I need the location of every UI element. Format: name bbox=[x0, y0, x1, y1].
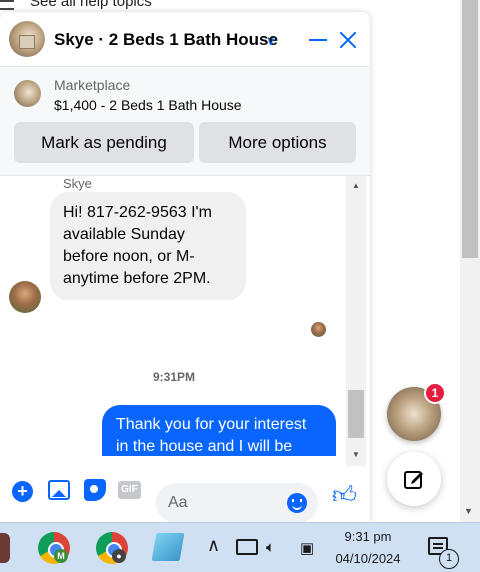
incoming-message[interactable]: Hi! 817-262-9563 I'm available Sunday be… bbox=[50, 192, 246, 300]
notepad-icon[interactable] bbox=[151, 533, 185, 561]
conversation-avatar[interactable] bbox=[9, 21, 45, 57]
chat-window: Skye · 2 Beds 1 Bath House ∨ Marketplace… bbox=[0, 12, 370, 522]
taskbar-app-partial[interactable] bbox=[0, 533, 10, 563]
network-icon[interactable] bbox=[236, 539, 258, 555]
marketplace-label: Marketplace bbox=[54, 77, 131, 93]
close-icon[interactable] bbox=[336, 28, 360, 52]
plus-icon[interactable]: + bbox=[12, 481, 33, 502]
chevron-down-icon[interactable]: ∨ bbox=[266, 33, 276, 49]
listing-thumbnail[interactable] bbox=[14, 80, 41, 107]
volume-icon[interactable]: 🔈︎ bbox=[266, 539, 275, 556]
minimize-icon[interactable] bbox=[309, 39, 327, 41]
marketplace-card: Marketplace $1,400 - 2 Beds 1 Bath House… bbox=[0, 68, 370, 176]
camera-icon[interactable]: ▣ bbox=[300, 539, 314, 557]
emoji-icon[interactable] bbox=[287, 493, 307, 513]
message-input[interactable]: Aa bbox=[156, 483, 318, 522]
compose-icon bbox=[404, 471, 423, 489]
message-input-placeholder: Aa bbox=[168, 494, 188, 511]
page-scrollbar[interactable]: ▲ ▼ bbox=[460, 0, 480, 522]
sticker-icon[interactable] bbox=[84, 479, 106, 501]
photo-icon[interactable] bbox=[48, 480, 70, 500]
outgoing-message[interactable]: Thank you for your interest in the house… bbox=[102, 405, 336, 456]
more-options-button[interactable]: More options bbox=[199, 122, 356, 163]
message-list: Skye Hi! 817-262-9563 I'm available Sund… bbox=[0, 176, 370, 456]
notification-count: 1 bbox=[439, 549, 459, 569]
help-topics-link[interactable]: See all help topics bbox=[30, 0, 152, 10]
scroll-down-icon[interactable]: ▼ bbox=[464, 506, 473, 516]
scroll-up-icon[interactable]: ▲ bbox=[352, 181, 360, 190]
messages-scrollbar[interactable]: ▲ ▼ bbox=[346, 176, 366, 466]
gif-icon[interactable]: GIF bbox=[118, 481, 141, 499]
message-timestamp: 9:31PM bbox=[152, 370, 196, 384]
chrome-profile-badge: M bbox=[54, 549, 68, 563]
thumbs-up-icon[interactable]: 👍︎ bbox=[332, 484, 357, 508]
windows-taskbar: M ● ∧ 🔈︎ ▣ 9:31 pm 04/10/2024 1 bbox=[0, 522, 480, 572]
chrome-profile-badge-person: ● bbox=[112, 549, 126, 563]
clock-date[interactable]: 04/10/2024 bbox=[328, 551, 408, 566]
clock-time[interactable]: 9:31 pm bbox=[334, 529, 402, 544]
mark-as-pending-button[interactable]: Mark as pending bbox=[14, 122, 194, 163]
chat-title[interactable]: Skye · 2 Beds 1 Bath House bbox=[54, 30, 278, 50]
unread-badge: 1 bbox=[424, 382, 446, 404]
sender-avatar[interactable] bbox=[9, 281, 41, 313]
sender-name: Skye bbox=[63, 176, 92, 191]
scroll-down-icon[interactable]: ▼ bbox=[352, 450, 360, 459]
new-message-button[interactable] bbox=[387, 452, 441, 506]
messages-scrollbar-thumb[interactable] bbox=[348, 390, 364, 438]
message-composer: + GIF Aa 👍︎ bbox=[0, 466, 370, 522]
read-receipt-avatar bbox=[311, 322, 326, 337]
listing-title[interactable]: $1,400 - 2 Beds 1 Bath House bbox=[54, 97, 242, 113]
menu-icon bbox=[0, 0, 14, 10]
tray-chevron-icon[interactable]: ∧ bbox=[207, 535, 220, 556]
chat-header: Skye · 2 Beds 1 Bath House ∨ bbox=[0, 12, 370, 67]
page-scrollbar-thumb[interactable] bbox=[462, 0, 478, 258]
